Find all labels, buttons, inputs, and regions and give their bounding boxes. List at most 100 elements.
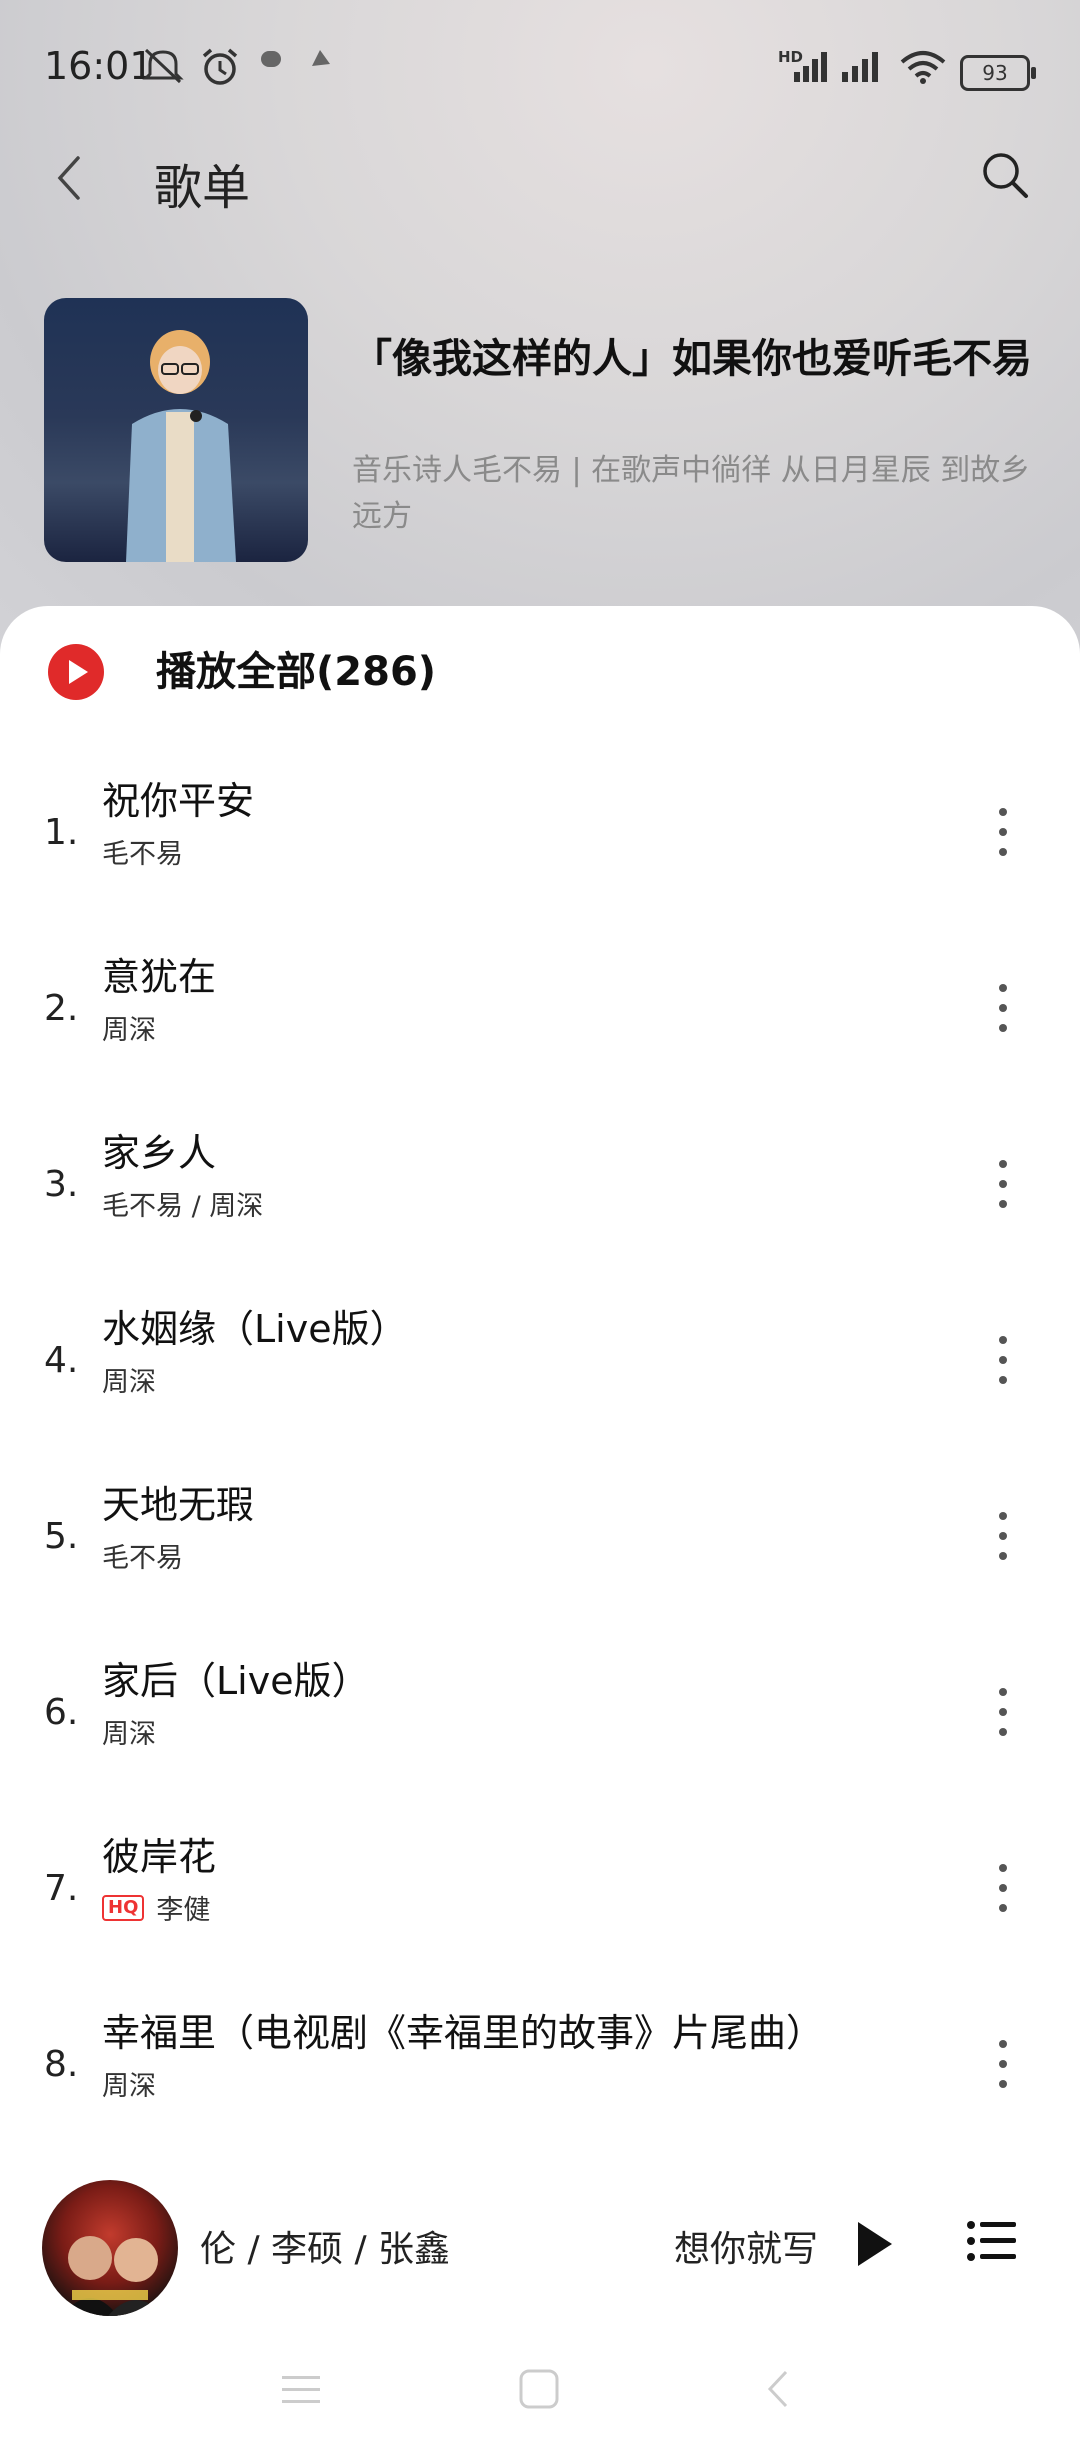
- now-playing-album-art[interactable]: [42, 2180, 178, 2316]
- signal-icon: [842, 52, 878, 82]
- dot: [999, 848, 1007, 856]
- singer-image: [126, 330, 236, 562]
- song-artist-row: 周深: [102, 2064, 156, 2103]
- play-icon[interactable]: [852, 2218, 896, 2270]
- more-options-icon[interactable]: [990, 1332, 1016, 1388]
- song-index: 4.: [44, 1340, 79, 1381]
- chevron-left-icon[interactable]: [48, 148, 88, 208]
- song-index: 6.: [44, 1692, 79, 1733]
- song-artist: 周深: [102, 1719, 156, 1750]
- dot: [999, 2040, 1007, 2048]
- song-artist: 毛不易: [102, 1543, 183, 1574]
- song-title: 家后（Live版）: [102, 1659, 370, 1703]
- song-title: 家乡人: [102, 1131, 217, 1175]
- back-icon[interactable]: [758, 2368, 800, 2410]
- dot: [999, 1864, 1007, 1872]
- song-index: 2.: [44, 988, 79, 1029]
- playlist-description[interactable]: 音乐诗人毛不易 | 在歌声中徜徉 从日月星辰 到故乡远方: [352, 448, 1032, 540]
- play-all-label: 播放全部(286): [156, 649, 437, 695]
- dot: [999, 1356, 1007, 1364]
- song-index: 8.: [44, 2044, 79, 2085]
- dot: [999, 808, 1007, 816]
- song-row[interactable]: 2. 意犹在周深: [0, 936, 1080, 1112]
- dot: [999, 1708, 1007, 1716]
- song-artist-row: 周深: [102, 1360, 156, 1399]
- song-row[interactable]: 5. 天地无瑕毛不易: [0, 1464, 1080, 1640]
- notification-icon: [312, 50, 330, 66]
- song-artist-row: 周深: [102, 1712, 156, 1751]
- more-options-icon[interactable]: [990, 1156, 1016, 1212]
- song-row[interactable]: 8. 幸福里（电视剧《幸福里的故事》片尾曲） 周深: [0, 1992, 1080, 2168]
- page-title: 歌单: [154, 160, 251, 216]
- song-index: 3.: [44, 1164, 79, 1205]
- now-playing-title: 想你就写: [674, 2229, 819, 2270]
- song-row[interactable]: 4. 水姻缘（Live版） 周深: [0, 1288, 1080, 1464]
- song-index: 7.: [44, 1868, 79, 1909]
- song-artist-row: 毛不易: [102, 1536, 183, 1575]
- playlist-icon[interactable]: [966, 2218, 1018, 2264]
- song-index: 1.: [44, 812, 79, 853]
- song-row[interactable]: 1. 祝你平安毛不易: [0, 760, 1080, 936]
- song-artist: 周深: [102, 1367, 156, 1398]
- dot: [999, 1024, 1007, 1032]
- song-artist: 周深: [102, 2071, 156, 2102]
- dot: [999, 1552, 1007, 1560]
- more-options-icon[interactable]: [990, 2036, 1016, 2092]
- now-playing-artists: 伦 / 李硕 / 张鑫: [200, 2229, 451, 2270]
- more-options-icon[interactable]: [990, 1860, 1016, 1916]
- song-title: 彼岸花: [102, 1835, 217, 1879]
- playlist-title: 「像我这样的人」如果你也爱听毛不易: [352, 336, 1032, 382]
- alarm-icon: [202, 48, 238, 85]
- song-artist: 毛不易: [102, 839, 183, 870]
- more-options-icon[interactable]: [990, 1508, 1016, 1564]
- song-title: 水姻缘（Live版）: [102, 1307, 408, 1351]
- mini-player[interactable]: 伦 / 李硕 / 张鑫 想你就写: [0, 2180, 1080, 2316]
- more-options-icon[interactable]: [990, 804, 1016, 860]
- song-artist-row: 周深: [102, 1008, 156, 1047]
- dot: [999, 1728, 1007, 1736]
- song-artist: 李健: [156, 1895, 211, 1926]
- dot: [999, 1336, 1007, 1344]
- hq-badge: HQ: [102, 1894, 145, 1921]
- song-artist-row: 毛不易: [102, 832, 183, 871]
- song-artist: 周深: [102, 1015, 156, 1046]
- dot: [999, 828, 1007, 836]
- song-artist-row: 毛不易 / 周深: [102, 1184, 263, 1223]
- song-index: 5.: [44, 1516, 79, 1557]
- song-title: 天地无瑕: [102, 1483, 255, 1527]
- home-icon[interactable]: [518, 2368, 560, 2410]
- dot: [999, 1376, 1007, 1384]
- dot: [999, 984, 1007, 992]
- dot: [999, 1512, 1007, 1520]
- system-nav-bar: [0, 2340, 1080, 2460]
- dot: [999, 1904, 1007, 1912]
- status-bar: 16:01 HD 93: [0, 0, 1080, 140]
- song-title: 意犹在: [102, 955, 217, 999]
- signal-icon: [794, 52, 827, 82]
- mute-icon: [142, 48, 184, 84]
- song-title: 祝你平安: [102, 779, 255, 823]
- dot: [999, 2060, 1007, 2068]
- song-row[interactable]: 3. 家乡人毛不易 / 周深: [0, 1112, 1080, 1288]
- dot: [999, 1688, 1007, 1696]
- more-options-icon[interactable]: [990, 1684, 1016, 1740]
- album-art-image: [62, 2236, 164, 2316]
- battery-indicator: 93: [960, 55, 1036, 91]
- more-options-icon[interactable]: [990, 980, 1016, 1036]
- dot: [999, 1004, 1007, 1012]
- search-icon[interactable]: [980, 150, 1030, 202]
- dot: [999, 1200, 1007, 1208]
- menu-icon[interactable]: [280, 2368, 322, 2410]
- notification-icon: [261, 51, 281, 67]
- play-circle-icon: [48, 644, 104, 700]
- song-artist-row: HQ 李健: [102, 1888, 210, 1927]
- dot: [999, 1532, 1007, 1540]
- song-row[interactable]: 6. 家后（Live版） 周深: [0, 1640, 1080, 1816]
- dot: [999, 1160, 1007, 1168]
- wifi-icon: [900, 51, 946, 84]
- dot: [999, 2080, 1007, 2088]
- song-artist: 毛不易 / 周深: [102, 1191, 264, 1222]
- status-time: 16:01: [44, 44, 154, 88]
- playlist-cover[interactable]: [44, 298, 308, 562]
- song-row[interactable]: 7. 彼岸花 HQ 李健: [0, 1816, 1080, 1992]
